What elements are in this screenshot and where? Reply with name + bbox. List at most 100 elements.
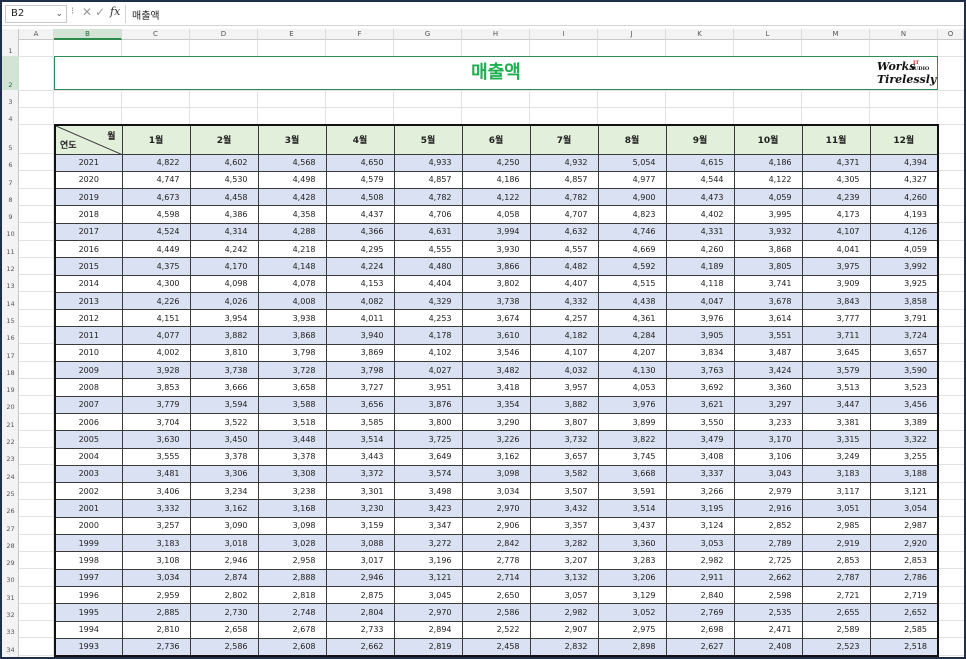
value-cell[interactable]: 4,242 bbox=[189, 239, 259, 259]
value-cell[interactable]: 3,088 bbox=[325, 534, 395, 553]
year-cell[interactable]: 2010 bbox=[54, 343, 123, 363]
value-cell[interactable]: 4,102 bbox=[393, 343, 463, 363]
value-cell[interactable]: 3,378 bbox=[189, 447, 259, 466]
value-cell[interactable]: 3,791 bbox=[869, 309, 939, 328]
value-cell[interactable]: 4,260 bbox=[869, 188, 939, 207]
value-cell[interactable]: 3,810 bbox=[189, 343, 259, 363]
value-cell[interactable]: 3,045 bbox=[393, 585, 463, 605]
value-cell[interactable]: 3,940 bbox=[325, 326, 395, 345]
value-cell[interactable]: 4,857 bbox=[529, 170, 599, 190]
year-cell[interactable]: 2006 bbox=[54, 412, 123, 432]
value-cell[interactable]: 4,933 bbox=[393, 153, 463, 172]
value-cell[interactable]: 4,707 bbox=[529, 205, 599, 224]
value-cell[interactable]: 3,727 bbox=[325, 378, 395, 397]
value-cell[interactable]: 2,608 bbox=[257, 637, 327, 657]
value-cell[interactable]: 3,725 bbox=[393, 430, 463, 449]
value-cell[interactable]: 2,408 bbox=[733, 637, 803, 657]
value-cell[interactable]: 4,746 bbox=[597, 222, 667, 241]
row-header-11[interactable]: 11 bbox=[2, 240, 19, 257]
value-cell[interactable]: 2,874 bbox=[189, 568, 259, 587]
value-cell[interactable]: 3,106 bbox=[733, 447, 803, 466]
value-cell[interactable]: 3,802 bbox=[461, 274, 531, 293]
value-cell[interactable]: 4,480 bbox=[393, 257, 463, 276]
row-header-6[interactable]: 6 bbox=[2, 153, 19, 170]
value-cell[interactable]: 4,173 bbox=[801, 205, 871, 224]
value-cell[interactable]: 2,535 bbox=[733, 603, 803, 622]
value-cell[interactable]: 3,168 bbox=[257, 499, 327, 518]
insert-function-icon[interactable]: fx bbox=[110, 5, 120, 18]
value-cell[interactable]: 2,920 bbox=[869, 534, 939, 553]
column-header-l[interactable]: L bbox=[734, 29, 802, 40]
month-header[interactable]: 2월 bbox=[189, 124, 259, 155]
value-cell[interactable]: 2,655 bbox=[801, 603, 871, 622]
value-cell[interactable]: 4,544 bbox=[665, 170, 735, 190]
value-cell[interactable]: 3,315 bbox=[801, 430, 871, 449]
value-cell[interactable]: 4,207 bbox=[597, 343, 667, 363]
value-cell[interactable]: 2,725 bbox=[733, 551, 803, 570]
value-cell[interactable]: 3,674 bbox=[461, 309, 531, 328]
value-cell[interactable]: 2,658 bbox=[189, 620, 259, 639]
year-cell[interactable]: 2013 bbox=[54, 291, 123, 311]
column-header-e[interactable]: E bbox=[258, 29, 326, 40]
value-cell[interactable]: 2,818 bbox=[257, 585, 327, 605]
row-header-13[interactable]: 13 bbox=[2, 274, 19, 291]
value-cell[interactable]: 3,930 bbox=[461, 239, 531, 259]
value-cell[interactable]: 2,736 bbox=[121, 637, 191, 657]
value-cell[interactable]: 3,666 bbox=[189, 378, 259, 397]
value-cell[interactable]: 2,982 bbox=[529, 603, 599, 622]
value-cell[interactable]: 3,034 bbox=[461, 482, 531, 501]
value-cell[interactable]: 4,438 bbox=[597, 291, 667, 311]
value-cell[interactable]: 2,522 bbox=[461, 620, 531, 639]
year-cell[interactable]: 2008 bbox=[54, 378, 123, 397]
value-cell[interactable]: 3,183 bbox=[121, 534, 191, 553]
value-cell[interactable]: 3,522 bbox=[189, 412, 259, 432]
value-cell[interactable]: 3,657 bbox=[869, 343, 939, 363]
value-cell[interactable]: 4,669 bbox=[597, 239, 667, 259]
value-cell[interactable]: 4,107 bbox=[801, 222, 871, 241]
value-cell[interactable]: 2,730 bbox=[189, 603, 259, 622]
value-cell[interactable]: 3,995 bbox=[733, 205, 803, 224]
value-cell[interactable]: 3,053 bbox=[665, 534, 735, 553]
year-cell[interactable]: 2000 bbox=[54, 516, 123, 536]
value-cell[interactable]: 3,777 bbox=[801, 309, 871, 328]
year-cell[interactable]: 2021 bbox=[54, 153, 123, 172]
year-cell[interactable]: 2020 bbox=[54, 170, 123, 190]
year-cell[interactable]: 2019 bbox=[54, 188, 123, 207]
value-cell[interactable]: 3,206 bbox=[597, 568, 667, 587]
value-cell[interactable]: 4,059 bbox=[869, 239, 939, 259]
value-cell[interactable]: 4,615 bbox=[665, 153, 735, 172]
value-cell[interactable]: 4,407 bbox=[529, 274, 599, 293]
value-cell[interactable]: 2,769 bbox=[665, 603, 735, 622]
value-cell[interactable]: 3,925 bbox=[869, 274, 939, 293]
row-header-34[interactable]: 34 bbox=[2, 637, 19, 654]
year-cell[interactable]: 2002 bbox=[54, 482, 123, 501]
value-cell[interactable]: 4,148 bbox=[257, 257, 327, 276]
value-cell[interactable]: 4,358 bbox=[257, 205, 327, 224]
value-cell[interactable]: 2,916 bbox=[733, 499, 803, 518]
value-cell[interactable]: 3,057 bbox=[529, 585, 599, 605]
value-cell[interactable]: 3,938 bbox=[257, 309, 327, 328]
row-header-31[interactable]: 31 bbox=[2, 586, 19, 603]
value-cell[interactable]: 3,234 bbox=[189, 482, 259, 501]
value-cell[interactable]: 3,372 bbox=[325, 464, 395, 484]
year-cell[interactable]: 2018 bbox=[54, 205, 123, 224]
row-header-22[interactable]: 22 bbox=[2, 430, 19, 447]
row-header-28[interactable]: 28 bbox=[2, 534, 19, 551]
column-header-j[interactable]: J bbox=[598, 29, 666, 40]
value-cell[interactable]: 3,899 bbox=[597, 412, 667, 432]
value-cell[interactable]: 4,822 bbox=[121, 153, 191, 172]
value-cell[interactable]: 3,108 bbox=[121, 551, 191, 570]
value-cell[interactable]: 3,226 bbox=[461, 430, 531, 449]
value-cell[interactable]: 4,002 bbox=[121, 343, 191, 363]
row-header-12[interactable]: 12 bbox=[2, 257, 19, 274]
year-cell[interactable]: 2003 bbox=[54, 464, 123, 484]
value-cell[interactable]: 4,428 bbox=[257, 188, 327, 207]
row-header-21[interactable]: 21 bbox=[2, 413, 19, 430]
value-cell[interactable]: 4,498 bbox=[257, 170, 327, 190]
value-cell[interactable]: 4,189 bbox=[665, 257, 735, 276]
value-cell[interactable]: 3,858 bbox=[869, 291, 939, 311]
cancel-icon[interactable]: ✕ bbox=[82, 5, 92, 19]
value-cell[interactable]: 4,394 bbox=[869, 153, 939, 172]
value-cell[interactable]: 2,853 bbox=[801, 551, 871, 570]
value-cell[interactable]: 4,260 bbox=[665, 239, 735, 259]
